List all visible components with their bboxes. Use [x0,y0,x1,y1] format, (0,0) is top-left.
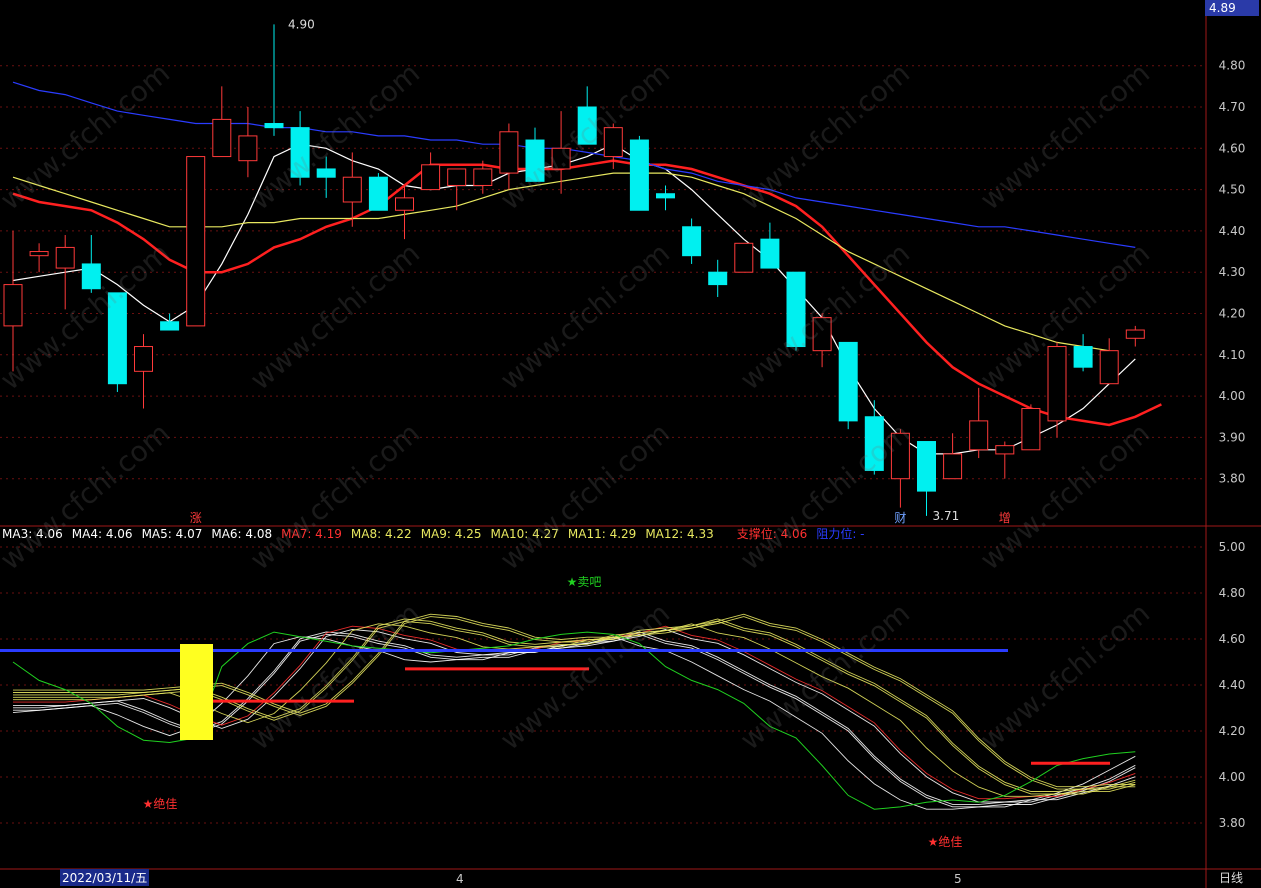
frame [0,0,1261,888]
candle-body [603,127,623,158]
candle-body [525,139,545,182]
y-tick-label: 3.80 [1219,472,1246,486]
indicator-ma-label: MA6: 4.08 [211,527,272,541]
month-label-4: 4 [456,872,464,886]
indicator-ma-label: MA11: 4.29 [568,527,636,541]
indicator-y-tick-label: 4.40 [1219,678,1246,692]
candle-body [995,445,1015,455]
candle-body [238,135,258,162]
candle-body [3,284,23,327]
candle-body [368,176,388,211]
y-tick-label: 4.30 [1219,265,1246,279]
signal-label: ★绝佳 [143,796,178,811]
candle-body [160,321,180,331]
candle-body [760,238,780,269]
candle-body [1099,350,1119,385]
candle-body [55,246,75,269]
candle-body [107,292,127,385]
candle-body [890,432,910,480]
indicator-ma-label: MA5: 4.07 [142,527,203,541]
candle-body [682,226,702,257]
indicator-series [0,613,1136,810]
indicator-y-tick-label: 4.20 [1219,724,1246,738]
y-tick-label: 4.60 [1219,141,1246,155]
candle-body [629,139,649,211]
y-tick-label: 4.10 [1219,348,1246,362]
y-tick-label: 4.20 [1219,307,1246,321]
candle-body [1125,329,1145,339]
candle-body [264,123,284,129]
candle-body [134,346,153,372]
candle-body [212,118,232,158]
candle-body [29,251,49,257]
candle-body [577,106,597,145]
main-candles [3,24,1145,516]
indicator-ma-label: MA12: 4.33 [645,527,713,541]
signal-bar [180,644,213,740]
indicator-ma-label: 支撑位: 4.06 [737,526,808,541]
indicator-ma-label: MA4: 4.06 [72,527,133,541]
candle-body [786,271,806,348]
y-tick-label: 4.80 [1219,59,1246,73]
y-tick-label: 4.00 [1219,389,1246,403]
candle-body [1047,346,1067,422]
ma-line-ma10 [12,159,1162,427]
indicator-ma-label: MA8: 4.22 [351,527,412,541]
candle-body [447,168,467,186]
candle-body [1021,407,1041,451]
candle-body [917,441,936,492]
candle-body [290,127,310,178]
candle-body [1073,346,1093,368]
high-annotation: 4.90 [288,17,315,31]
event-marker: 增 [999,511,1011,525]
candle-body [473,168,493,186]
date-cursor-label: 2022/03/11/五 [60,869,150,886]
candle-body [864,416,884,471]
signal-label: ★卖吧 [567,575,602,589]
candle-body [708,271,728,286]
candle-body [421,164,441,191]
y-tick-label: 4.50 [1219,183,1246,197]
candle-body [186,156,206,327]
candle-body [734,242,754,273]
candle-body [499,131,519,174]
candle-body [812,317,832,352]
chart-canvas: 4.80 4.70 4.60 4.50 4.40 4.30 4.20 4.10 4.00 3.90… [0,0,1261,888]
indicator-y-tick-label: 5.00 [1219,540,1246,554]
y-tick-label: 4.40 [1219,224,1246,238]
event-marker: 涨 [190,510,202,525]
y-tick-label: 4.70 [1219,100,1246,114]
candle-body [395,197,414,211]
candle-body [551,147,571,170]
candle-body [316,168,336,178]
candle-body [656,193,675,199]
candle-body [943,453,963,480]
indicator-y-tick-label: 3.80 [1219,816,1246,830]
indicator-y-tick-label: 4.00 [1219,770,1246,784]
indicator-ma-label: 阻力位: - [816,526,864,541]
month-label-5: 5 [954,872,962,886]
signal-label: ★绝佳 [928,834,963,849]
current-price-badge: 4.89 [1205,0,1259,16]
y-tick-label: 3.90 [1219,430,1246,444]
low-annotation: 3.71 [933,509,960,523]
ma-line-ma5 [12,143,1136,455]
candle-body [342,176,362,203]
indicator-y-tick-label: 4.60 [1219,632,1246,646]
candle-body [838,341,858,422]
indicator-ma-label: MA3: 4.06 [2,527,63,541]
indicator-ma-label: MA10: 4.27 [490,527,558,541]
event-marker: 财 [894,511,906,525]
indicator-ma-label: MA9: 4.25 [421,527,482,541]
period-label[interactable]: 日线 [1219,869,1243,886]
indicator-ma-label: MA7: 4.19 [281,527,342,541]
indicator-y-tick-label: 4.80 [1219,586,1246,600]
candle-body [969,420,989,451]
candle-body [81,263,101,290]
